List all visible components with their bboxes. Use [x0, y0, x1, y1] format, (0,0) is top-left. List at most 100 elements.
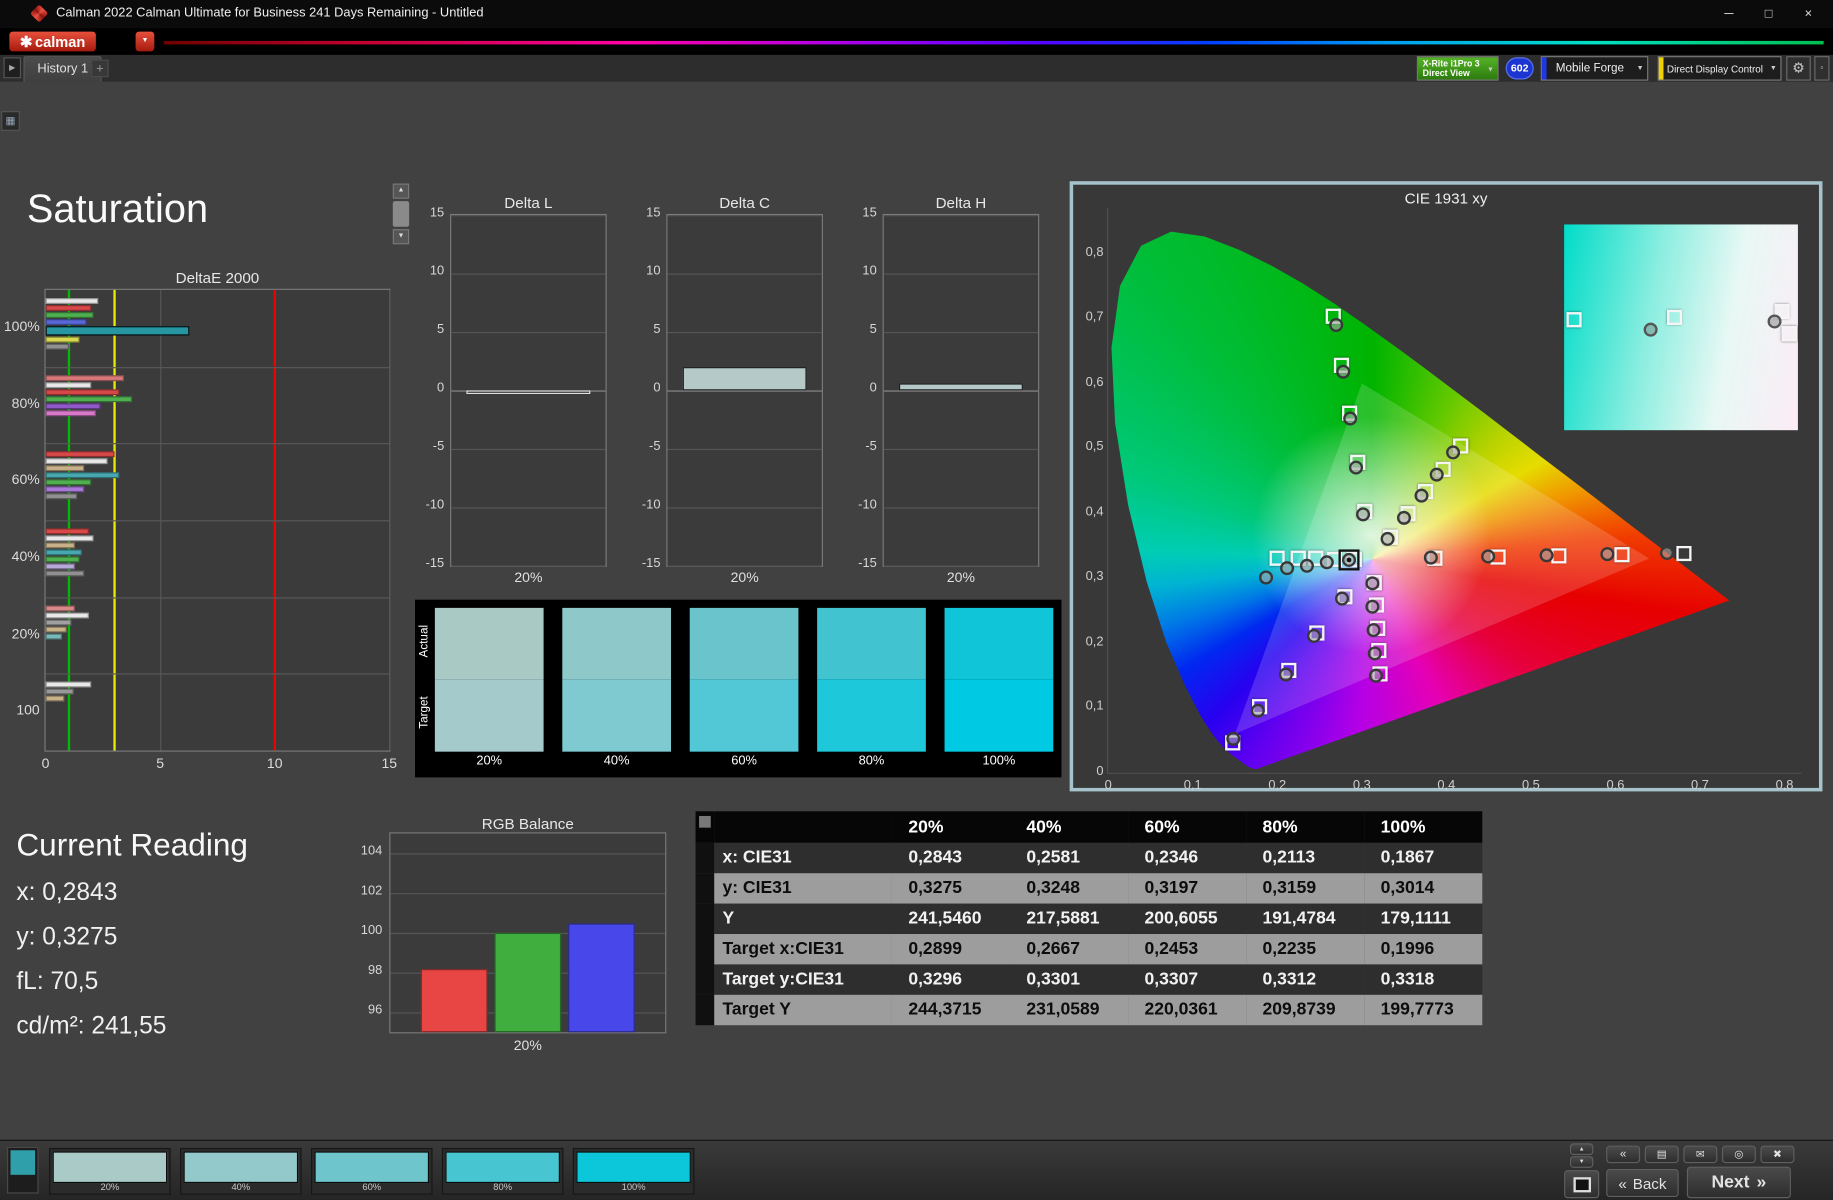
layout-options-button[interactable]: ▫ [1814, 56, 1830, 81]
axis-tick-label: -15 [858, 556, 877, 571]
y-tick-label: 0,1 [1085, 699, 1104, 714]
deltae-bar [45, 556, 80, 563]
axis-tick-label: 15 [381, 755, 398, 772]
deltae-bar [45, 336, 80, 343]
axis-tick-label: 0 [653, 381, 661, 396]
delta-h-plot [882, 213, 1040, 567]
logo-menu-button[interactable]: ▼ [135, 31, 155, 52]
footer-scroll-down-button[interactable]: ▼ [1569, 1156, 1594, 1168]
y-tick-label: 0,4 [1085, 504, 1104, 519]
axis-tick-label: 10 [862, 264, 877, 279]
axis-tick-label: 0 [437, 381, 445, 396]
deltaH-bar [899, 383, 1023, 391]
axis-tick-label: 15 [429, 205, 445, 220]
workflow-mini-tile[interactable] [7, 1146, 39, 1194]
measurement-marker [1250, 703, 1265, 718]
axis-tick-label: -10 [641, 497, 661, 513]
cie-1931-panel[interactable]: CIE 1931 xy 0 0 0,1 0,1 0,2 0,2 0,3 0,3 0,4 0,4 0,… [1069, 181, 1823, 793]
gridline [451, 448, 606, 450]
preview-thumbnail[interactable]: 60% [310, 1147, 433, 1195]
collapse-footer-button[interactable]: « [1606, 1145, 1641, 1164]
history-panel-toggle[interactable]: ▶ [3, 57, 22, 79]
single-display-button[interactable] [1564, 1170, 1600, 1199]
current-reading-values: x: 0,2843 y: 0,3275 fL: 70,5 cd/m²: 241,55 [16, 871, 248, 1049]
x-tick-label: 0,6 [1606, 778, 1625, 793]
mini-swatch [10, 1150, 36, 1175]
y-tick-label: 0,6 [1085, 375, 1104, 390]
axis-tick-label: 102 [360, 883, 383, 898]
inset-target-marker [1781, 326, 1797, 342]
display-control-button[interactable]: Direct Display Control ▼ [1657, 56, 1782, 81]
gridline [390, 852, 666, 854]
category-label: 20% [11, 624, 40, 642]
table-value-cell: 244,3715 [891, 994, 1011, 1026]
rgb-balance-yaxis: 104 102 100 98 96 [352, 832, 386, 1033]
settings-button[interactable]: ⚙ [1786, 56, 1811, 81]
preview-thumbnail[interactable]: 40% [180, 1147, 302, 1195]
deltae-bar [45, 381, 92, 388]
add-tab-button[interactable]: + [91, 59, 109, 78]
axis-tick-label: 10 [646, 264, 661, 279]
stop-button[interactable]: ✖ [1760, 1145, 1795, 1164]
deltaL-bar [466, 390, 591, 394]
table-value-cell: 209,8739 [1246, 994, 1365, 1026]
back-button[interactable]: « Back [1606, 1169, 1679, 1198]
app-window: Calman 2022 Calman Ultimate for Business… [0, 0, 1833, 1200]
category-label: 80% [11, 394, 40, 411]
category-label: 60% [11, 471, 40, 488]
thumbnail-swatch [314, 1151, 430, 1184]
measurement-marker [1259, 570, 1274, 585]
deltae-bar [45, 465, 85, 472]
minimize-button[interactable]: ─ [1709, 0, 1749, 28]
table-value-cell: 179,1111 [1364, 903, 1483, 935]
preview-thumbnail[interactable]: 20% [49, 1147, 171, 1195]
table-row: Target x:CIE31 0,2899 0,2667 0,2453 0,2235 0,… [695, 934, 1483, 965]
delta-l-title: Delta L [504, 194, 553, 212]
triangle-down-icon: ▼ [397, 232, 405, 240]
report-button[interactable]: ▤ [1644, 1145, 1679, 1164]
workflow-panel-toggle[interactable]: ▦ [1, 111, 20, 131]
gridline [451, 565, 606, 567]
current-reading-title: Current Reading [16, 827, 248, 863]
current-reading: Current Reading x: 0,2843 y: 0,3275 fL: 70… [16, 828, 248, 1049]
scroll-up-button[interactable]: ▲ [392, 183, 410, 199]
delta-l-plot [450, 213, 607, 567]
x-tick-label: 0,3 [1352, 778, 1371, 793]
close-button[interactable]: × [1789, 0, 1829, 28]
email-button[interactable]: ✉ [1683, 1145, 1718, 1164]
table-value-cell: 0,3159 [1246, 873, 1365, 904]
chevron-right-icon: » [1756, 1172, 1767, 1193]
table-value-cell: 0,3275 [891, 873, 1011, 904]
scroll-thumb[interactable] [392, 201, 410, 227]
scroll-down-button[interactable]: ▼ [392, 229, 410, 245]
deltae-bar [45, 612, 90, 618]
next-button[interactable]: Next » [1686, 1166, 1791, 1199]
target-button[interactable]: ◎ [1721, 1145, 1756, 1164]
preview-thumbnail[interactable]: 100% [572, 1147, 695, 1195]
target-row-label: Target [417, 696, 431, 729]
table-value-cell: 0,3312 [1246, 964, 1365, 995]
table-value-cell: 0,3197 [1128, 873, 1247, 904]
thumbnail-swatch [183, 1151, 299, 1184]
y-tick-label: 0,3 [1085, 569, 1104, 584]
inset-target-marker [1666, 310, 1683, 326]
measurement-marker [1279, 560, 1294, 575]
preview-thumbnail[interactable]: 80% [441, 1147, 564, 1195]
meter-count-badge[interactable]: 602 [1505, 57, 1534, 80]
axis-tick-label: -10 [425, 497, 445, 513]
x-tick-label: 0 [1104, 778, 1112, 793]
table-row-label: Target y:CIE31 [714, 964, 892, 995]
category-label: 100 [16, 701, 40, 718]
table-row-label: Target x:CIE31 [714, 934, 892, 965]
footer-scroll-up-button[interactable]: ▲ [1569, 1143, 1594, 1155]
back-label: Back [1632, 1174, 1667, 1192]
current-dot [1346, 557, 1351, 563]
deltae-chart-title: DeltaE 2000 [175, 268, 260, 287]
measurement-marker [1319, 554, 1334, 569]
deltae-bar [45, 563, 76, 570]
source-button[interactable]: Mobile Forge ▼ [1540, 56, 1649, 81]
maximize-button[interactable]: □ [1749, 0, 1789, 28]
target-swatch [689, 679, 799, 752]
table-value-cell: 231,0589 [1010, 994, 1129, 1026]
meter-button[interactable]: X-Rite i1Pro 3 Direct View ▼ [1416, 56, 1499, 81]
